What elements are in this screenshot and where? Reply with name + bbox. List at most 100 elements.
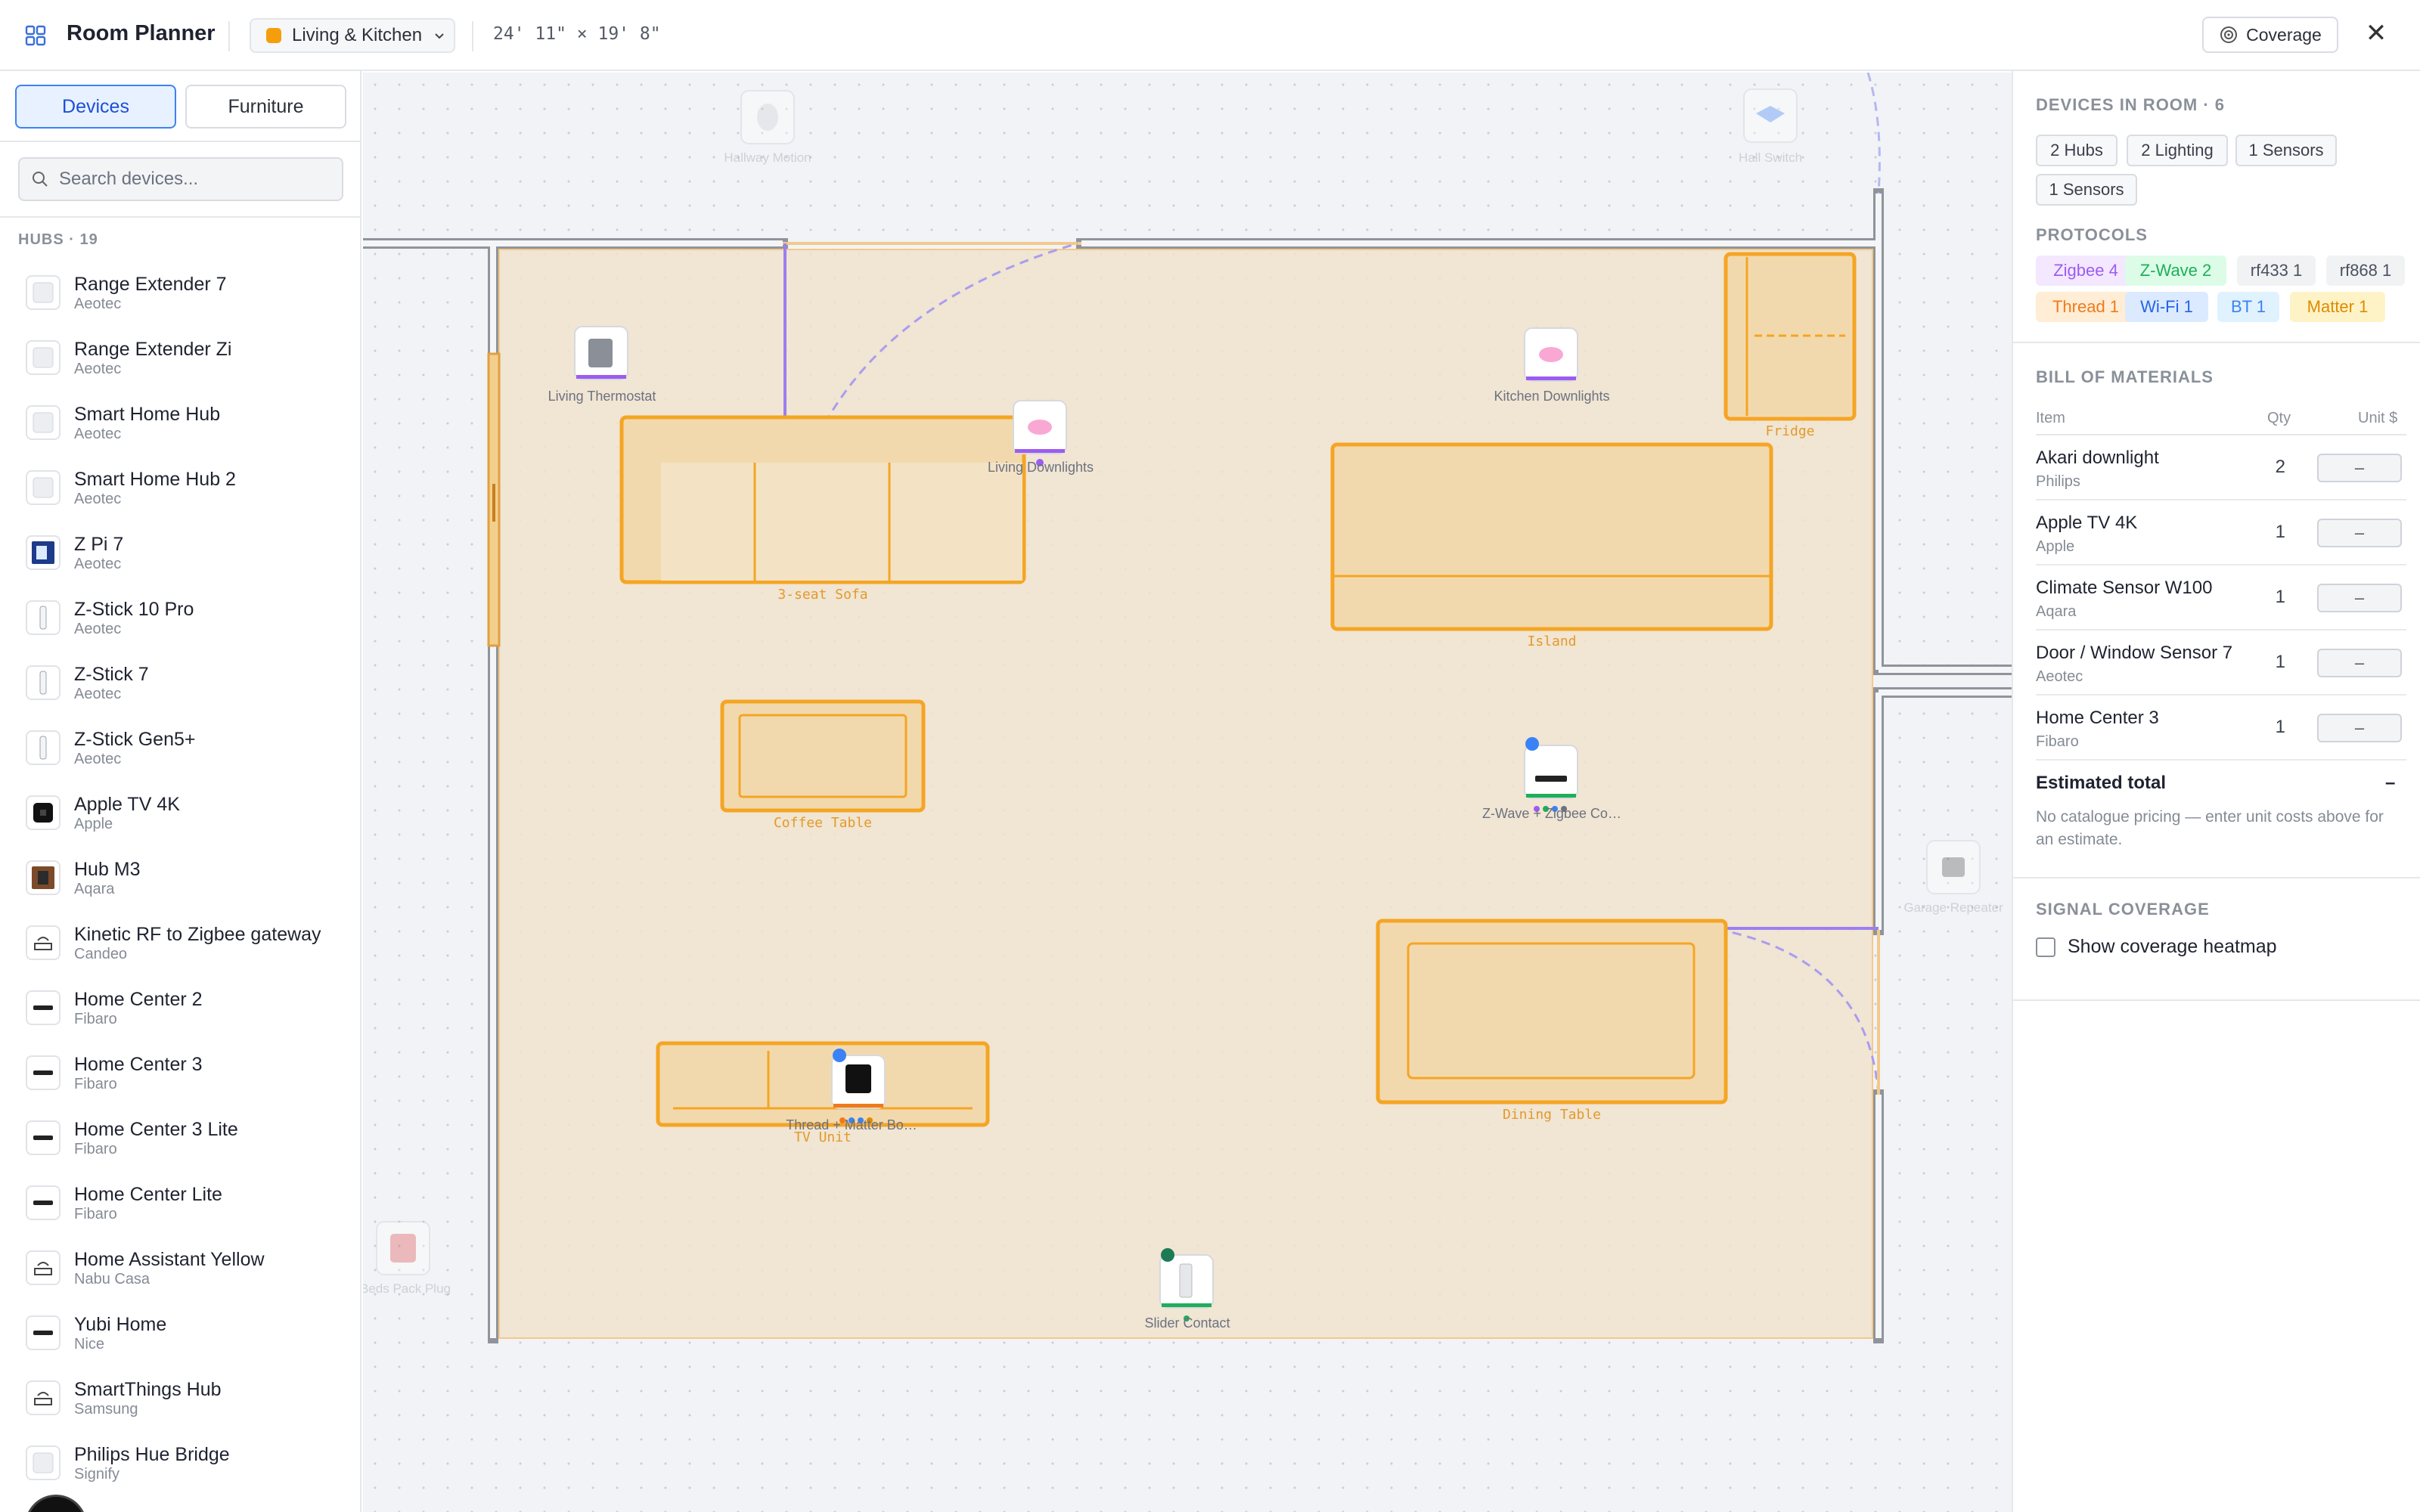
protocol-chip[interactable]: Zigbee 4 [2036, 256, 2136, 286]
divider [472, 21, 473, 51]
divider [228, 21, 230, 51]
furniture-label: Coffee Table [774, 815, 872, 831]
svg-text:Thread + Matter Bo…: Thread + Matter Bo… [786, 1117, 917, 1132]
unit-cost-input[interactable]: – [2317, 649, 2402, 677]
tab-furniture[interactable]: Furniture [185, 85, 346, 129]
heatmap-checkbox-label[interactable]: Show coverage heatmap [2068, 936, 2277, 958]
devices-in-room-title: DEVICES IN ROOM · 6 [2036, 95, 2226, 114]
protocol-chip[interactable]: Wi-Fi 1 [2125, 292, 2208, 322]
protocol-chip[interactable]: rf433 1 [2237, 256, 2316, 286]
furniture-label: Fridge [1765, 423, 1814, 439]
device-chip[interactable]: 2 Hubs [2036, 135, 2118, 166]
protocol-chip[interactable]: Z-Wave 2 [2125, 256, 2226, 286]
device-brand: Fibaro [74, 1011, 117, 1027]
device-thumbnail-icon [26, 860, 60, 895]
device-list-item[interactable]: Hub M3 Aqara [0, 845, 360, 910]
device-list-item[interactable]: Z-Stick 7 Aeotec [0, 650, 360, 715]
device-list-item[interactable]: Philips Hue Bridge Signify [0, 1430, 360, 1495]
device-list-item[interactable]: SmartThings Hub Samsung [0, 1365, 360, 1430]
device-brand: Samsung [74, 1401, 138, 1418]
device-chip[interactable]: 1 Sensors [2036, 174, 2137, 206]
device-chip[interactable]: 2 Lighting [2127, 135, 2228, 166]
svg-text:Garage Repeater: Garage Repeater [1903, 900, 2003, 915]
room-select[interactable]: Living & Kitchen [250, 18, 455, 53]
device-list-item[interactable]: Yubi Home Nice [0, 1300, 360, 1365]
protocol-chip[interactable]: BT 1 [2217, 292, 2279, 322]
protocol-chip[interactable]: rf868 1 [2326, 256, 2405, 286]
furniture-fridge[interactable] [1723, 252, 1857, 421]
search-input[interactable] [59, 169, 331, 190]
device-thumbnail-icon [26, 1120, 60, 1155]
device-list-item[interactable]: Home Assistant Yellow Nabu Casa [0, 1235, 360, 1300]
furniture-island[interactable] [1330, 442, 1773, 631]
close-icon[interactable]: ✕ [2363, 20, 2390, 47]
device-brand: Aeotec [74, 556, 122, 572]
bom-row: Akari downlight Philips 2 – [2036, 435, 2406, 500]
device-name: Home Center 3 [74, 1054, 203, 1075]
furniture-dining-table[interactable] [1376, 919, 1728, 1105]
device-list-item[interactable]: Home Center Lite Fibaro [0, 1170, 360, 1235]
unit-cost-input[interactable]: – [2317, 584, 2402, 612]
device-brand: Aeotec [74, 426, 122, 442]
svg-text:Beds Pack Plug: Beds Pack Plug [363, 1281, 451, 1296]
device-list-item[interactable]: Range Extender Zi Aeotec [0, 325, 360, 390]
device-thumbnail-icon [26, 470, 60, 505]
device-name: Hub M3 [74, 859, 141, 880]
floorplan-canvas[interactable]: 3-seat Sofa Coffee Table TV Unit Island … [363, 73, 2012, 1512]
unit-cost-input[interactable]: – [2317, 454, 2402, 482]
device-thumbnail-icon [26, 535, 60, 570]
device-beds-pack-plug[interactable]: Beds Pack Plug [363, 1221, 451, 1296]
top-bar: Room Planner Living & Kitchen 24' 11" × … [0, 0, 2420, 71]
device-list-item[interactable]: Z-Stick 10 Pro Aeotec [0, 585, 360, 650]
furniture-tv-unit[interactable] [656, 1041, 990, 1127]
device-list-item[interactable]: Smart Home Hub Aeotec [0, 390, 360, 455]
unit-cost-input[interactable]: – [2317, 714, 2402, 742]
bom-row: Door / Window Sensor 7 Aeotec 1 – [2036, 631, 2406, 696]
device-hallway-motion[interactable]: Hallway Motion [724, 90, 811, 165]
furniture-label: Island [1527, 634, 1576, 649]
bom-row: Apple TV 4K Apple 1 – [2036, 500, 2406, 565]
device-list-item[interactable]: Z Pi 7 Aeotec [0, 520, 360, 585]
coverage-button[interactable]: Coverage [2202, 17, 2338, 53]
protocol-chip[interactable]: Matter 1 [2290, 292, 2385, 322]
device-garage-repeater[interactable]: Garage Repeater [1903, 840, 2003, 915]
unit-cost-input[interactable]: – [2317, 519, 2402, 547]
divider [2013, 877, 2420, 878]
device-list-item[interactable]: Range Extender 7 Aeotec [0, 260, 360, 325]
device-brand: Aeotec [74, 751, 122, 767]
device-list-item[interactable]: Kinetic RF to Zigbee gateway Candeo [0, 910, 360, 975]
room-select-label: Living & Kitchen [292, 25, 423, 45]
svg-text:Hallway Motion: Hallway Motion [724, 150, 811, 165]
device-list-item[interactable]: Smart Home Hub 2 Aeotec [0, 455, 360, 520]
device-list-item[interactable]: Apple TV 4K Apple [0, 780, 360, 845]
device-list-item[interactable]: Home Center 2 Fibaro [0, 975, 360, 1040]
bom-item-qty: 1 [2275, 587, 2285, 607]
assistant-button[interactable]: N [27, 1497, 85, 1512]
device-hall-switch[interactable]: Hall Switch [1739, 88, 1802, 165]
bom-item-brand: Philips [2036, 473, 2080, 490]
device-list-item[interactable]: Home Center 3 Lite Fibaro [0, 1105, 360, 1170]
bom-row: Climate Sensor W100 Aqara 1 – [2036, 565, 2406, 631]
device-list-item[interactable]: Home Center 3 Fibaro [0, 1040, 360, 1105]
device-brand: Nabu Casa [74, 1271, 150, 1287]
device-list-item[interactable]: Z-Stick Gen5+ Aeotec [0, 715, 360, 780]
device-brand: Signify [74, 1466, 120, 1483]
protocol-chip[interactable]: Thread 1 [2036, 292, 2136, 322]
device-brand: Aeotec [74, 361, 122, 377]
library-tabs: Devices Furniture [15, 85, 346, 129]
device-thumbnail-icon [26, 730, 60, 765]
bom-item-name: Akari downlight [2036, 448, 2159, 468]
device-name: Z-Stick 10 Pro [74, 599, 194, 620]
device-brand: Aqara [74, 881, 115, 897]
bom-row: Home Center 3 Fibaro 1 – [2036, 696, 2406, 761]
heatmap-checkbox[interactable] [2036, 937, 2055, 957]
device-name: Kinetic RF to Zigbee gateway [74, 924, 321, 945]
device-brand: Candeo [74, 946, 128, 962]
device-name: Range Extender Zi [74, 339, 232, 360]
apps-grid-icon[interactable] [24, 24, 47, 47]
furniture-coffee-table[interactable] [720, 699, 926, 813]
room-summary-panel: DEVICES IN ROOM · 6 2 Hubs 2 Lighting 1 … [2012, 71, 2420, 1512]
tab-devices[interactable]: Devices [15, 85, 176, 129]
device-chip[interactable]: 1 Sensors [2235, 135, 2337, 166]
bom-title: BILL OF MATERIALS [2036, 367, 2214, 386]
